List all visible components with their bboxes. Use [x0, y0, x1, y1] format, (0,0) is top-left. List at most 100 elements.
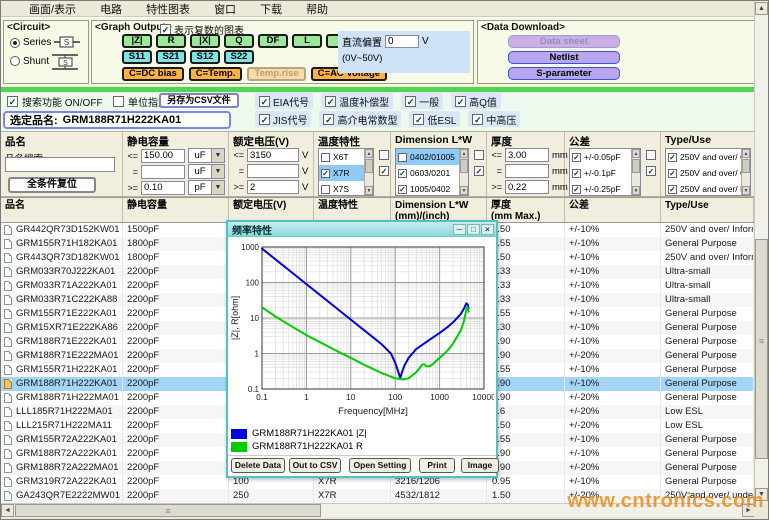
- listbox-scroll-thumb[interactable]: [742, 159, 750, 173]
- unit-select[interactable]: uF▼: [188, 148, 225, 163]
- filter-value-input[interactable]: [505, 180, 549, 194]
- list-option[interactable]: ✓250V and over/ Informat: [666, 181, 741, 196]
- filter-value-input[interactable]: [505, 148, 549, 162]
- filter-value-input[interactable]: [247, 164, 299, 178]
- column-header[interactable]: 品名: [1, 198, 123, 222]
- checkbox[interactable]: [321, 185, 330, 194]
- listbox-scroll-thumb[interactable]: [632, 159, 640, 173]
- popup-button-delete-data[interactable]: Delete Data: [231, 458, 285, 473]
- vertical-scrollbar[interactable]: ▲ ▼: [754, 1, 768, 503]
- list-option[interactable]: ✓250V and over/ General: [666, 165, 741, 181]
- series-radio[interactable]: [10, 38, 20, 48]
- scroll-up-icon[interactable]: ▲: [755, 2, 768, 15]
- filter-chip[interactable]: ✓JIS代号: [255, 111, 311, 127]
- part-name-search-input[interactable]: [5, 157, 115, 172]
- param-button-Q[interactable]: Q: [224, 34, 254, 48]
- menu-item-下载[interactable]: 下载: [260, 1, 282, 17]
- checkbox[interactable]: ✓: [398, 169, 407, 178]
- column-header[interactable]: 静电容量: [123, 198, 229, 222]
- unit-select[interactable]: pF▼: [188, 180, 225, 195]
- list-option[interactable]: ✓+/-0.1pF: [570, 165, 631, 181]
- minimize-icon[interactable]: ─: [453, 224, 466, 235]
- search-toggle[interactable]: ✓ 搜索功能 ON/OFF: [7, 94, 103, 109]
- param-button-R[interactable]: R: [156, 34, 186, 48]
- popup-button-image[interactable]: Image: [461, 458, 499, 473]
- sparam-button-S12[interactable]: S12: [190, 50, 220, 64]
- menu-item-电路[interactable]: 电路: [100, 1, 122, 17]
- shunt-radio[interactable]: [10, 56, 20, 66]
- filter-value-input[interactable]: [141, 149, 185, 163]
- select-all-button[interactable]: ✓: [646, 166, 656, 176]
- popup-button-print[interactable]: Print: [419, 458, 455, 473]
- checkbox[interactable]: ✓: [455, 96, 466, 107]
- sparam-button-S21[interactable]: S21: [156, 50, 186, 64]
- listbox-scroll-up-icon[interactable]: ▲: [365, 149, 373, 158]
- dc-bias-input[interactable]: [385, 35, 419, 48]
- menu-item-特性图表[interactable]: 特性图表: [146, 1, 190, 17]
- checkbox[interactable]: ✓: [413, 114, 424, 125]
- horizontal-scrollbar-thumb[interactable]: [15, 504, 321, 517]
- list-option[interactable]: X6T: [319, 149, 364, 165]
- filter-value-input[interactable]: [247, 148, 299, 162]
- listbox-scroll-up-icon[interactable]: ▲: [460, 149, 468, 158]
- listbox-scrollbar[interactable]: ▲▼: [364, 149, 373, 195]
- deselect-all-button[interactable]: [474, 150, 484, 160]
- save-csv-button[interactable]: 另存为CSV文件: [159, 93, 239, 108]
- param-button-L[interactable]: L: [292, 34, 322, 48]
- listbox-scroll-thumb[interactable]: [365, 159, 373, 173]
- checkbox[interactable]: ✓: [572, 169, 581, 178]
- search-toggle-checkbox[interactable]: ✓: [7, 96, 18, 107]
- checkbox[interactable]: ✓: [325, 96, 336, 107]
- checkbox[interactable]: ✓: [668, 185, 677, 194]
- series-radio-row[interactable]: Series S: [4, 33, 88, 49]
- param-button-|X|[interactable]: |X|: [190, 34, 220, 48]
- list-option[interactable]: ✓1005/0402: [396, 181, 459, 196]
- column-header[interactable]: Type/Use: [661, 198, 754, 222]
- filter-value-input[interactable]: [505, 164, 549, 178]
- filter-chip[interactable]: ✓高Q值: [451, 93, 501, 109]
- listbox-scrollbar[interactable]: ▲▼: [741, 149, 750, 195]
- listbox-scrollbar[interactable]: ▲▼: [631, 149, 640, 195]
- checkbox[interactable]: ✓: [398, 185, 407, 194]
- list-option[interactable]: ✓250V and over/ Camera: [666, 149, 741, 165]
- listbox-scroll-up-icon[interactable]: ▲: [742, 149, 750, 158]
- condition-button[interactable]: C=Temp.: [189, 67, 243, 81]
- list-option[interactable]: ✓0603/0201: [396, 165, 459, 181]
- checkbox[interactable]: ✓: [405, 96, 416, 107]
- listbox-scroll-up-icon[interactable]: ▲: [632, 149, 640, 158]
- listbox-scroll-down-icon[interactable]: ▼: [632, 186, 640, 195]
- reset-all-conditions-button[interactable]: 全条件复位: [8, 177, 96, 193]
- filter-value-input[interactable]: [141, 165, 185, 179]
- column-header[interactable]: 额定电压(V): [229, 198, 314, 222]
- menu-item-帮助[interactable]: 帮助: [306, 1, 328, 17]
- filter-chip[interactable]: ✓温度补偿型: [321, 93, 393, 109]
- popup-button-open-setting[interactable]: Open Setting: [349, 458, 411, 473]
- filter-chip[interactable]: ✓一般: [401, 93, 443, 109]
- condition-button[interactable]: C=DC bias: [122, 67, 184, 81]
- unit-spec-checkbox[interactable]: [113, 96, 124, 107]
- checkbox[interactable]: [321, 153, 330, 162]
- sparam-button-S22[interactable]: S22: [224, 50, 254, 64]
- close-icon[interactable]: ×: [481, 224, 494, 235]
- checkbox[interactable]: ✓: [321, 169, 330, 178]
- column-header[interactable]: 温度特性: [314, 198, 391, 222]
- scroll-left-icon[interactable]: ◄: [1, 504, 14, 517]
- filter-value-input[interactable]: [247, 180, 299, 194]
- checkbox[interactable]: ✓: [572, 185, 581, 194]
- checkbox[interactable]: ✓: [572, 153, 581, 162]
- select-all-button[interactable]: ✓: [474, 166, 484, 176]
- maximize-icon[interactable]: □: [467, 224, 480, 235]
- select-all-button[interactable]: ✓: [379, 166, 389, 176]
- param-button-DF[interactable]: DF: [258, 34, 288, 48]
- download-button[interactable]: Netlist: [508, 51, 620, 64]
- filter-value-input[interactable]: [141, 181, 185, 195]
- list-option[interactable]: 0402/01005: [396, 149, 459, 165]
- column-header[interactable]: 公差: [565, 198, 661, 222]
- checkbox[interactable]: ✓: [259, 114, 270, 125]
- filter-chip[interactable]: ✓EIA代号: [255, 93, 313, 109]
- listbox-scroll-thumb[interactable]: [460, 159, 468, 173]
- unit-select[interactable]: uF▼: [188, 164, 225, 179]
- listbox-scrollbar[interactable]: ▲▼: [459, 149, 468, 195]
- list-option[interactable]: ✓X7R: [319, 165, 364, 181]
- listbox-scroll-down-icon[interactable]: ▼: [365, 186, 373, 195]
